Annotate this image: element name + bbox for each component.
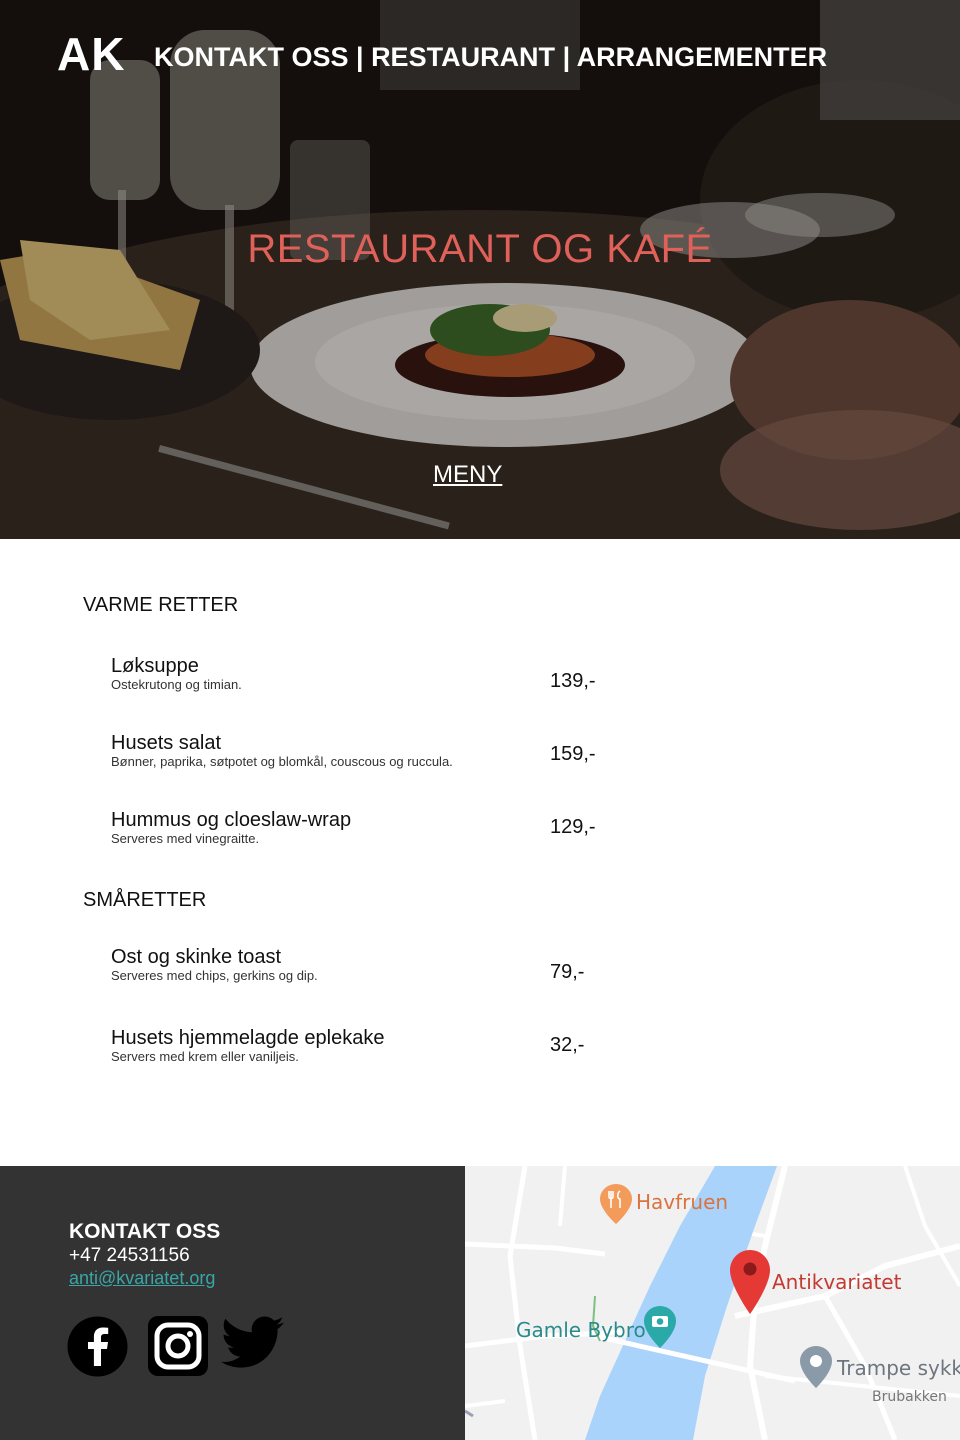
menu-item: Løksuppe Ostekrutong og timian. [111, 655, 811, 692]
item-name: Løksuppe [111, 655, 199, 677]
item-price: 129,- [550, 816, 596, 838]
twitter-icon[interactable] [221, 1316, 285, 1372]
item-price: 79,- [550, 961, 585, 983]
camera-pin-icon[interactable] [644, 1306, 676, 1348]
site-logo[interactable]: AK [57, 27, 125, 81]
footer-contact-title: KONTAKT OSS [69, 1220, 221, 1243]
location-map[interactable]: Havfruen Antikvariatet Gamle Bybro Tramp… [465, 1166, 960, 1440]
item-description: Servers med krem eller vaniljeis. [111, 1049, 299, 1064]
menu-item: Ost og skinke toast Serveres med chips, … [111, 946, 811, 983]
item-price: 139,- [550, 670, 596, 692]
item-description: Ostekrutong og timian. [111, 677, 242, 692]
nav-link-restaurant[interactable]: RESTAURANT [371, 42, 555, 72]
menu-item: Husets hjemmelagde eplekake Servers med … [111, 1027, 811, 1064]
nav-link-arrangementer[interactable]: ARRANGEMENTER [577, 42, 828, 72]
menu-item: Hummus og cloeslaw-wrap Serveres med vin… [111, 809, 811, 846]
restaurant-pin-icon[interactable] [600, 1184, 632, 1224]
item-price: 159,- [550, 743, 596, 765]
section-title-varme-retter: VARME RETTER [83, 594, 239, 616]
map-label-brubakken: Brubakken [872, 1389, 947, 1405]
map-label-gamle-bybro: Gamle Bybro [516, 1318, 646, 1342]
item-price: 32,- [550, 1034, 585, 1056]
place-pin-icon[interactable] [800, 1346, 832, 1388]
footer-phone: +47 24531156 [69, 1245, 190, 1266]
nav-link-kontakt-oss[interactable]: KONTAKT OSS [154, 42, 349, 72]
hero-title: RESTAURANT OG KAFÉ [247, 227, 713, 271]
menu-link[interactable]: MENY [433, 461, 502, 489]
footer-email-link[interactable]: anti@kvariatet.org [69, 1268, 215, 1289]
item-description: Serveres med chips, gerkins og dip. [111, 968, 318, 983]
item-name: Husets salat [111, 732, 222, 754]
item-name: Husets hjemmelagde eplekake [111, 1027, 385, 1049]
map-label-havfruen: Havfruen [636, 1190, 729, 1214]
item-description: Bønner, paprika, søtpotet og blomkål, co… [111, 754, 453, 769]
footer-contact-panel [0, 1166, 465, 1440]
map-label-antikvariatet: Antikvariatet [772, 1270, 902, 1294]
section-title-smaretter: SMÅRETTER [83, 889, 207, 911]
item-description: Serveres med vinegraitte. [111, 831, 260, 846]
instagram-icon[interactable] [148, 1316, 208, 1376]
location-pin-icon[interactable] [730, 1250, 770, 1314]
menu-item: Husets salat Bønner, paprika, søtpotet o… [111, 732, 811, 769]
nav-separator: | [555, 42, 577, 72]
item-name: Ost og skinke toast [111, 946, 282, 968]
hero-banner: AK KONTAKT OSS | RESTAURANT | ARRANGEMEN… [0, 0, 960, 539]
item-name: Hummus og cloeslaw-wrap [111, 809, 352, 831]
map-label-trampe: Trampe sykk [837, 1356, 960, 1380]
nav-separator: | [348, 42, 372, 72]
top-navigation: KONTAKT OSS | RESTAURANT | ARRANGEMENTER [154, 42, 827, 73]
facebook-icon[interactable] [67, 1316, 128, 1377]
